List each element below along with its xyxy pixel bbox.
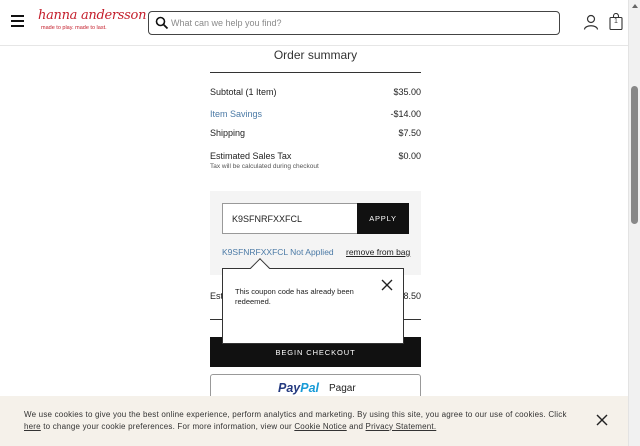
promo-code-panel: APPLY K9SFNRFXXFCL Not Applied remove fr… [210,191,421,275]
coupon-error-popover: This coupon code has already been redeem… [222,258,404,344]
remove-from-bag-link[interactable]: remove from bag [346,247,410,257]
paypal-logo: PayPal [278,381,319,395]
logo-wordmark: hanna andersson [38,8,147,23]
cookie-message: We use cookies to give you the best onli… [24,409,584,432]
apply-button[interactable]: APPLY [357,203,409,234]
subtotal-label: Subtotal (1 Item) [210,87,277,97]
page-scrollbar[interactable] [628,0,640,446]
cookie-text-2: to change your cookie preferences. For m… [40,421,295,431]
logo-tagline: made to play. made to last. [41,25,107,31]
search-input[interactable] [171,14,551,32]
bag-icon[interactable]: 1 [608,12,624,31]
site-header: hanna andersson made to play. made to la… [0,0,628,46]
menu-icon[interactable] [11,15,24,27]
order-summary-title: Order summary [273,48,358,62]
privacy-statement-link[interactable]: Privacy Statement. [366,422,437,431]
tax-note: Tax will be calculated during checkout [210,163,319,170]
promo-status-text: K9SFNRFXXFCL Not Applied [222,247,334,257]
cookie-text-3: and [346,421,366,431]
scroll-thumb[interactable] [631,86,638,224]
bag-count-badge: 1 [614,18,618,25]
promo-code-input[interactable] [222,203,358,234]
scroll-up-arrow-icon[interactable] [632,4,638,8]
coupon-error-message: This coupon code has already been redeem… [235,287,354,306]
divider [210,72,421,73]
search-icon[interactable] [155,16,169,30]
cookie-text-1: We use cookies to give you the best onli… [24,410,567,419]
tax-value: $0.00 [398,151,421,161]
estimated-total-value: 8.50 [403,291,421,301]
cookie-banner: We use cookies to give you the best onli… [0,396,628,446]
item-savings-link[interactable]: Item Savings [210,109,262,119]
brand-logo[interactable]: hanna andersson made to play. made to la… [38,8,146,36]
cookie-notice-link[interactable]: Cookie Notice [294,422,346,431]
cookie-here-link[interactable]: here [24,422,41,431]
tax-label: Estimated Sales Tax [210,151,292,161]
close-icon[interactable] [596,414,608,426]
search-bar[interactable] [148,11,560,35]
paypal-logo-pay: Pay [278,381,301,395]
item-savings-value: -$14.00 [390,109,421,119]
paypal-logo-pal: Pal [300,381,320,395]
paypal-button-label: Pagar [329,383,356,394]
subtotal-value: $35.00 [393,87,421,97]
shipping-label: Shipping [210,128,246,138]
account-icon[interactable] [583,14,599,30]
shipping-value: $7.50 [398,128,421,138]
close-icon[interactable] [381,279,393,291]
